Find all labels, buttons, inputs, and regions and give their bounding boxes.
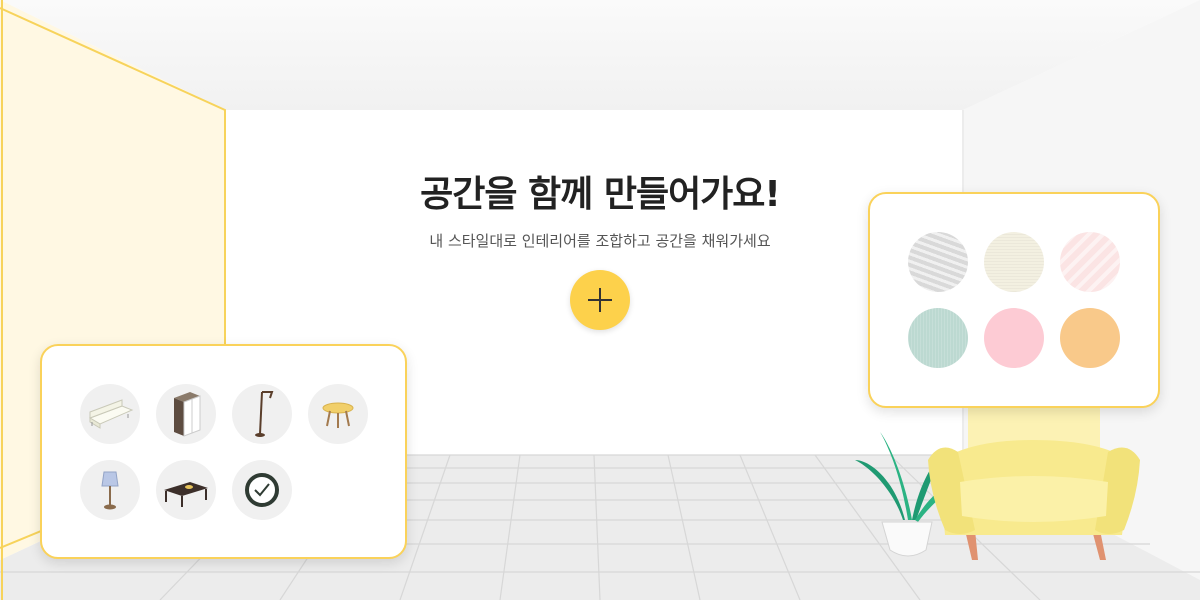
material-panel	[868, 192, 1160, 408]
swatch-pink[interactable]	[984, 308, 1044, 368]
furniture-item-wardrobe[interactable]	[156, 384, 216, 444]
wall-clock-icon	[245, 473, 279, 507]
swatch-apricot[interactable]	[1060, 308, 1120, 368]
swatch-pink-marble[interactable]	[1060, 232, 1120, 292]
sofa-icon	[88, 399, 134, 429]
furniture-item-wall-clock[interactable]	[232, 460, 292, 520]
furniture-item-coffee-table[interactable]	[156, 460, 216, 520]
round-table-icon	[322, 402, 354, 428]
wardrobe-icon	[174, 392, 201, 437]
floor-lamp-icon	[255, 391, 274, 437]
furniture-item-sofa[interactable]	[80, 384, 140, 444]
furniture-panel	[40, 344, 407, 559]
furniture-item-round-table[interactable]	[308, 384, 368, 444]
add-button[interactable]	[570, 270, 630, 330]
furniture-item-floor-lamp[interactable]	[232, 384, 292, 444]
table-lamp-icon	[101, 471, 119, 510]
swatch-cream-linen[interactable]	[984, 232, 1044, 292]
plus-icon	[588, 288, 612, 312]
swatch-mint-fabric[interactable]	[908, 308, 968, 368]
furniture-item-table-lamp[interactable]	[80, 460, 140, 520]
swatch-gray-marble[interactable]	[908, 232, 968, 292]
coffee-table-icon	[164, 482, 208, 507]
